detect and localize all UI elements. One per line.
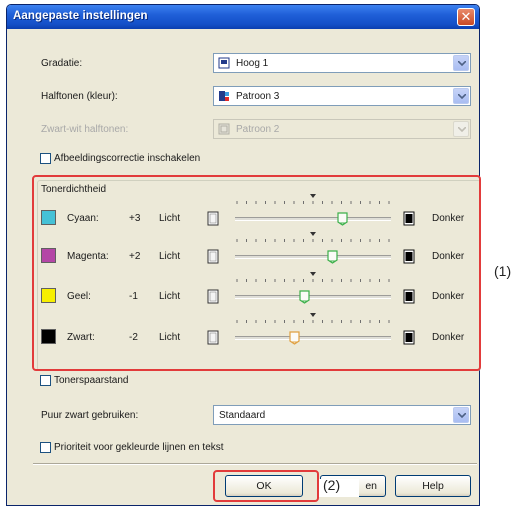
tonerspaar-checkbox[interactable] (40, 375, 51, 386)
prioriteit-checkbox[interactable] (40, 442, 51, 453)
beeldcorrectie-label: Afbeeldingscorrectie inschakelen (54, 153, 201, 164)
dialog-title: Aangepaste instellingen (13, 10, 148, 22)
gradatie-label: Gradatie: (41, 58, 83, 69)
chevron-down-icon[interactable] (453, 55, 469, 71)
halftonen-kleur-value: Patroon 3 (236, 91, 280, 102)
chevron-down-icon[interactable] (453, 88, 469, 104)
halftonen-kleur-label: Halftonen (kleur): (41, 91, 118, 102)
ok-highlight (213, 470, 319, 502)
zw-halftonen-value: Patroon 2 (236, 124, 280, 135)
puur-zwart-label: Puur zwart gebruiken: (41, 410, 139, 421)
gradatie-value: Hoog 1 (236, 58, 269, 69)
puur-zwart-value: Standaard (219, 410, 266, 421)
title-bar: Aangepaste instellingen ✕ (7, 5, 479, 29)
separator (33, 463, 477, 465)
close-button[interactable]: ✕ (457, 8, 475, 26)
pattern-bw-icon (218, 123, 230, 135)
chevron-down-icon[interactable] (453, 407, 469, 423)
pattern-color-icon (219, 91, 229, 101)
custom-settings-dialog: Aangepaste instellingen ✕ Gradatie: Hoog… (6, 4, 481, 506)
tonerspaar-label: Tonerspaarstand (54, 375, 129, 386)
callout-one: (1) (494, 263, 512, 279)
beeldcorrectie-checkbox[interactable] (40, 153, 51, 164)
close-icon: ✕ (460, 9, 472, 24)
zw-halftonen-label: Zwart-wit halftonen: (41, 124, 129, 135)
gradation-icon (218, 57, 230, 69)
gradatie-select[interactable]: Hoog 1 (213, 53, 471, 73)
zw-halftonen-select[interactable]: Patroon 2 (213, 119, 471, 139)
halftonen-kleur-select[interactable]: Patroon 3 (213, 86, 471, 106)
prioriteit-label: Prioriteit voor gekleurde lijnen en teks… (54, 442, 224, 453)
chevron-down-icon[interactable] (453, 121, 469, 137)
puur-zwart-select[interactable]: Standaard (213, 405, 471, 425)
toner-density-highlight (32, 175, 481, 371)
callout-two: (2) (323, 477, 341, 493)
help-button[interactable]: Help (395, 475, 471, 497)
